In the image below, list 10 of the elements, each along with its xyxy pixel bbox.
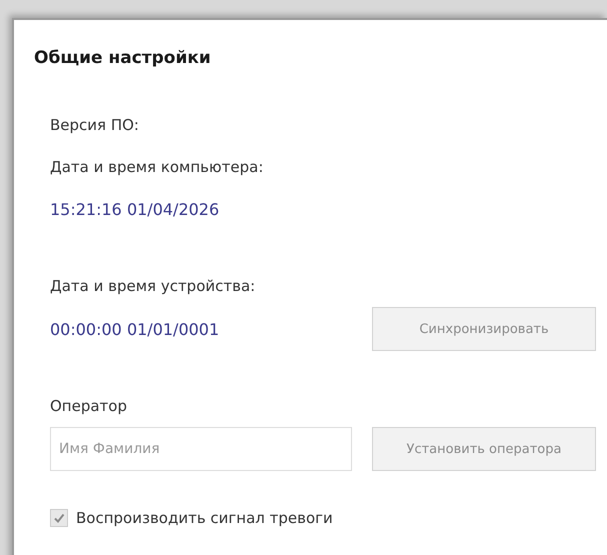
computer-time-label: Дата и время компьютера: [50, 158, 264, 176]
device-time-label: Дата и время устройства: [50, 277, 256, 295]
operator-label: Оператор [50, 397, 128, 415]
panel-title: Общие настройки [34, 48, 212, 68]
device-time-value: 00:00:00 01/01/0001 [50, 320, 220, 338]
alarm-sound-label: Воспроизводить сигнал тревоги [76, 509, 333, 527]
computer-time-value: 15:21:16 01/04/2026 [50, 200, 220, 219]
software-version-label: Версия ПО: [50, 116, 140, 134]
check-icon [53, 512, 65, 524]
operator-name-field[interactable]: Имя Фамилия [50, 427, 352, 471]
